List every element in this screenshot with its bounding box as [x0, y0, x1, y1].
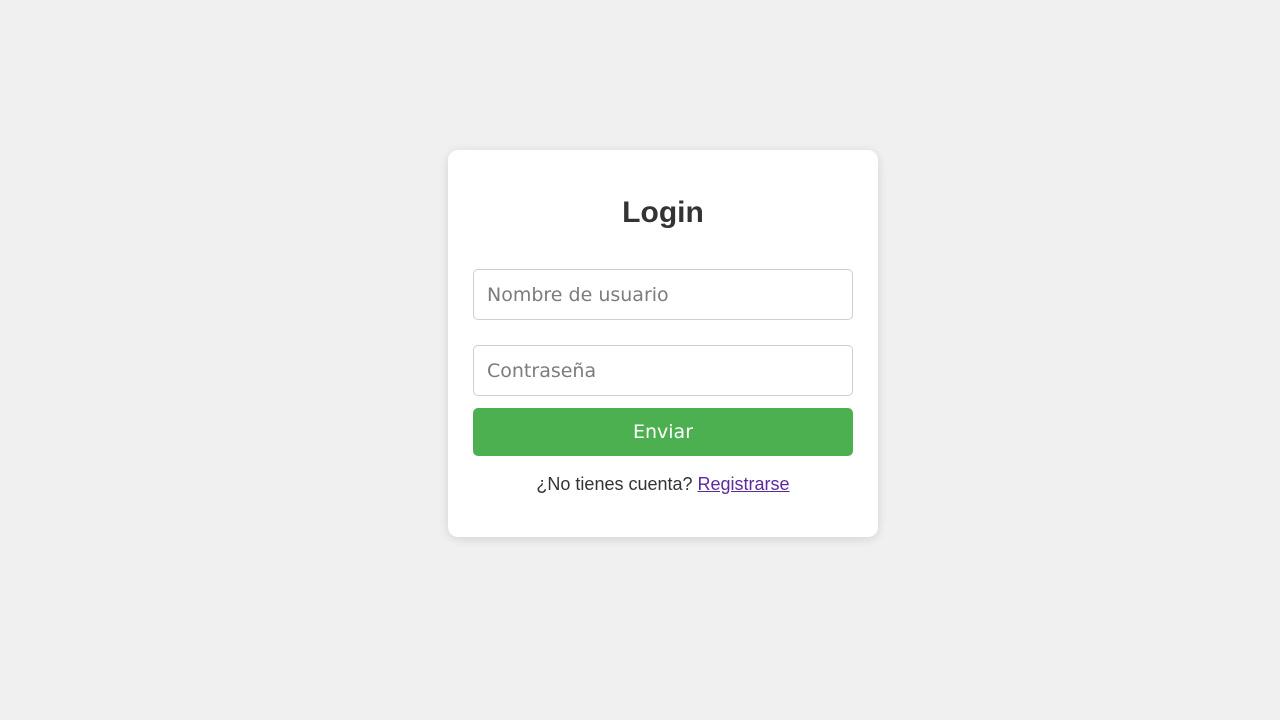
login-card: Login Enviar ¿No tienes cuenta? Registra…: [448, 150, 878, 537]
page-title: Login: [622, 196, 704, 229]
submit-button[interactable]: Enviar: [473, 408, 853, 456]
password-input[interactable]: [473, 345, 853, 396]
register-link[interactable]: Registrarse: [698, 474, 790, 494]
username-input[interactable]: [473, 269, 853, 320]
register-prompt: ¿No tienes cuenta? Registrarse: [448, 473, 878, 495]
no-account-text: ¿No tienes cuenta?: [536, 474, 693, 494]
